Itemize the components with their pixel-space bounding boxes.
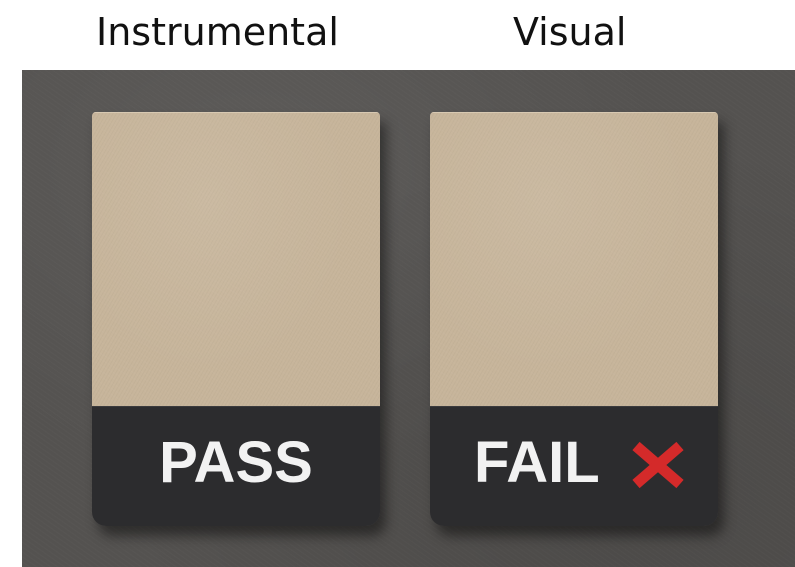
swatch-card-instrumental: PASS (92, 112, 380, 526)
color-sample-instrumental (92, 112, 380, 407)
swatch-card-visual: FAIL (430, 112, 718, 526)
color-sample-visual (430, 112, 718, 407)
heading-visual: Visual (513, 10, 627, 54)
pass-label: PASS (159, 430, 313, 495)
fail-label: FAIL (474, 430, 600, 495)
cross-icon (632, 441, 684, 489)
photo-backdrop: PASS FAIL (22, 70, 795, 567)
heading-instrumental: Instrumental (96, 10, 339, 54)
result-band-instrumental: PASS (92, 406, 380, 526)
result-band-visual: FAIL (430, 406, 718, 526)
